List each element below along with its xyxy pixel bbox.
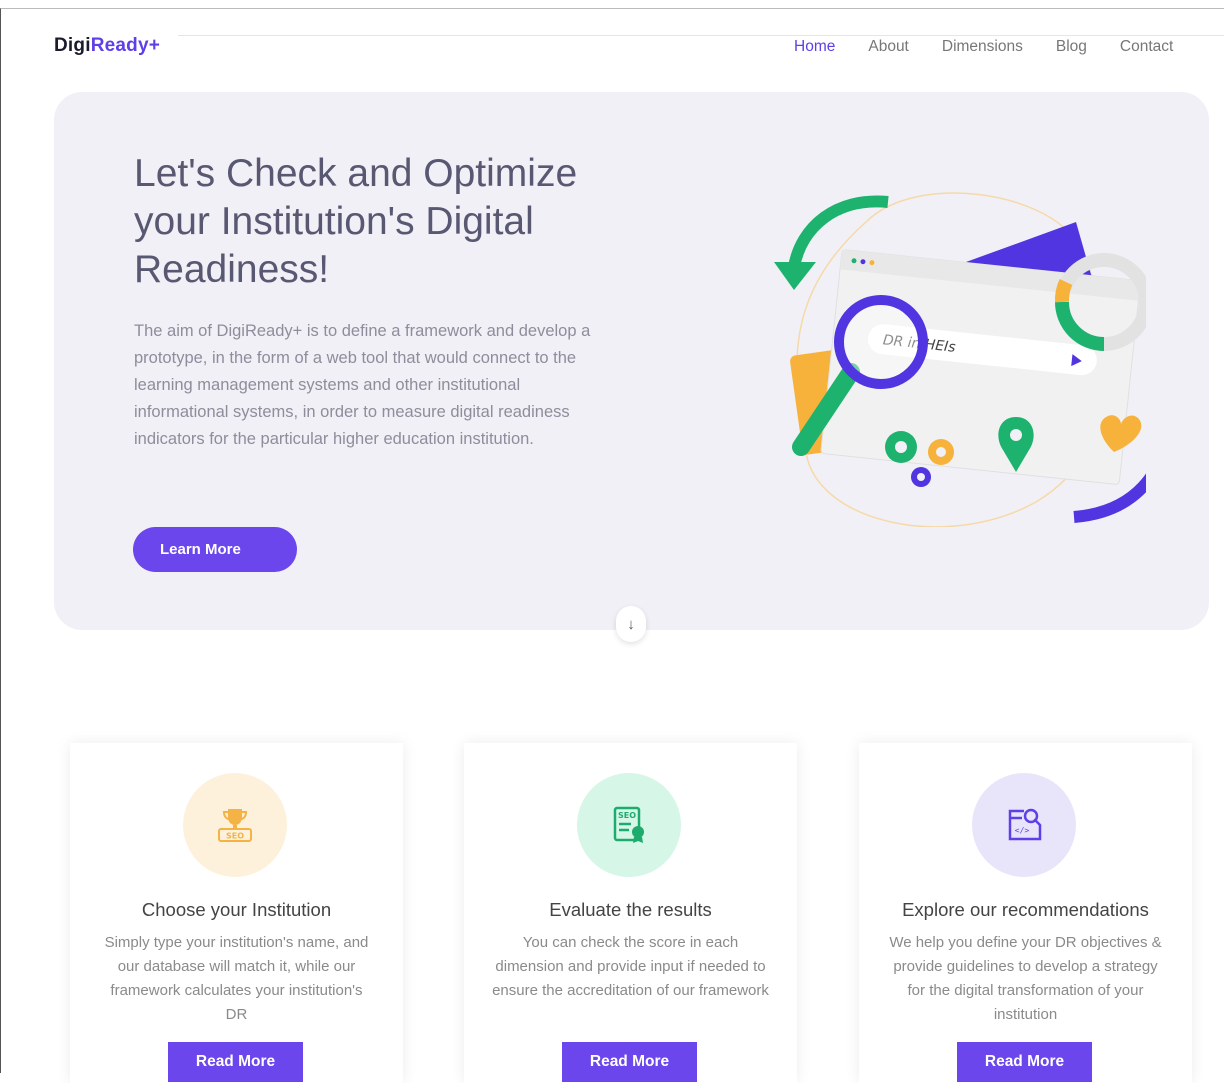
logo-text-main: Digi	[54, 35, 91, 56]
feature-card-institution: SEO Choose your Institution Simply type …	[70, 743, 403, 1083]
feature-title: Evaluate the results	[549, 899, 712, 920]
logo-text-accent: Ready+	[90, 35, 161, 56]
feature-title: Choose your Institution	[141, 899, 332, 920]
feature-card-results: SEO Evaluate the results You can check t…	[464, 743, 797, 1083]
feature-card-recommendations: </> Explore our recommendations We help …	[859, 743, 1192, 1083]
nav-blog[interactable]: Blog	[1056, 38, 1087, 56]
hero-description: The aim of DigiReady+ is to define a fra…	[134, 322, 591, 448]
feature-text: Simply type your institution's name, and…	[104, 934, 369, 1023]
arrow-down-icon[interactable]: ↓	[616, 606, 646, 642]
main-nav: Home About Dimensions Blog Contact	[794, 38, 1173, 56]
feature-title: Explore our recommendations	[902, 899, 1149, 920]
nav-dimensions[interactable]: Dimensions	[942, 38, 1023, 56]
magnifier-lens	[834, 295, 928, 389]
hero-section: Let's Check and Optimize your Institutio…	[54, 92, 1209, 630]
feature-text: We help you define your DR objectives & …	[889, 934, 1162, 1023]
site-logo[interactable]: DigiReady+	[54, 35, 160, 57]
code-icon-label: </>	[1015, 826, 1030, 835]
read-more-button[interactable]: Read More	[562, 1042, 697, 1082]
site-header: DigiReady+ Home About Dimensions Blog Co…	[0, 8, 1224, 70]
read-more-button[interactable]: Read More	[168, 1042, 303, 1082]
hero-title: Let's Check and Optimize your Institutio…	[134, 152, 578, 291]
trophy-icon-circle: SEO	[183, 773, 287, 877]
seo-certificate-icon-circle: SEO	[577, 773, 681, 877]
nav-about[interactable]: About	[868, 38, 909, 56]
seo-icon-label: SEO	[618, 811, 636, 820]
nav-contact[interactable]: Contact	[1120, 38, 1173, 56]
learn-more-button[interactable]: Learn More	[133, 527, 297, 572]
read-more-button[interactable]: Read More	[957, 1042, 1092, 1082]
code-search-icon-circle: </>	[972, 773, 1076, 877]
feature-text: You can check the score in each dimensio…	[492, 934, 769, 999]
code-search-icon: </>	[1008, 808, 1042, 841]
header-divider	[178, 35, 1224, 36]
ring-chart-orange	[1054, 279, 1073, 303]
trophy-icon: SEO	[218, 809, 252, 842]
trophy-icon-label: SEO	[226, 832, 244, 841]
seo-certificate-icon: SEO	[613, 806, 644, 843]
hero-illustration: DR in HEIs	[774, 192, 1146, 527]
nav-home[interactable]: Home	[794, 38, 835, 56]
